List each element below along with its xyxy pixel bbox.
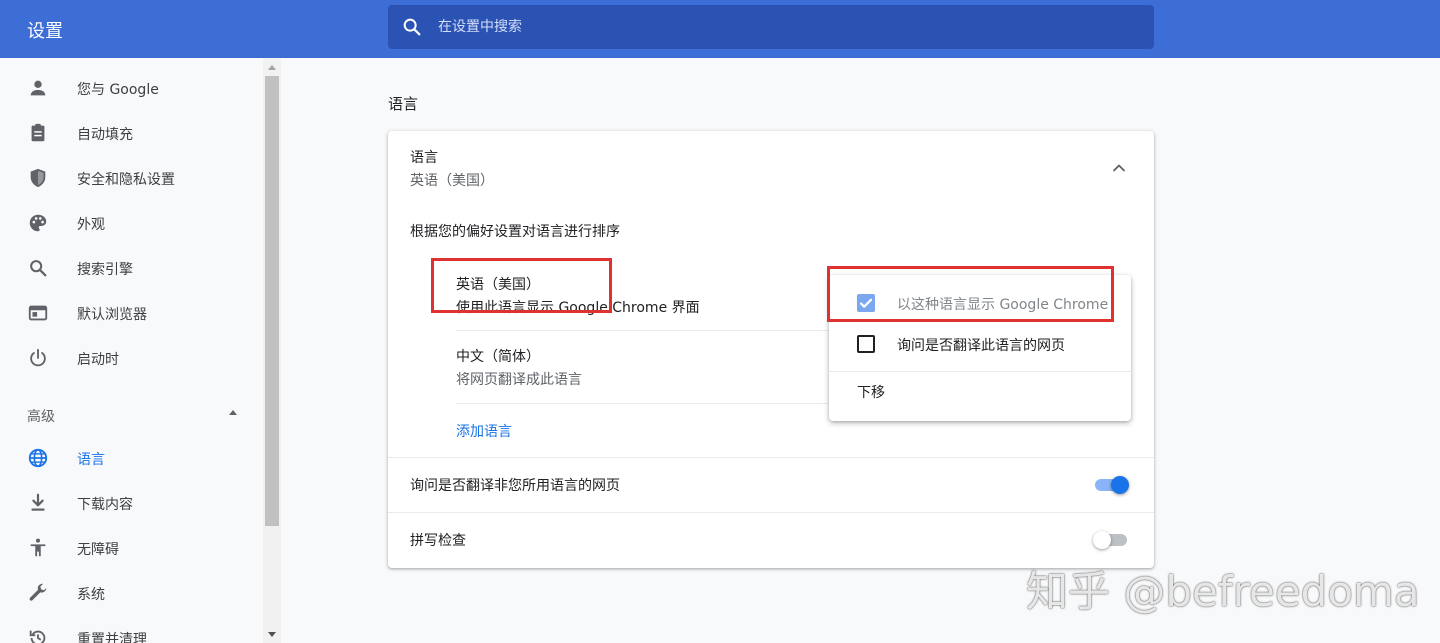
section-title: 语言 [388,95,419,113]
watermark: 知乎 @befreedoma [1026,567,1420,616]
sidebar-item-label: 搜索引擎 [77,262,133,278]
add-language-link[interactable]: 添加语言 [456,421,512,441]
translate-prompt-row[interactable]: 询问是否翻译非您所用语言的网页 [388,458,1154,512]
sidebar-item-label: 您与 Google [77,82,159,98]
annotation-highlight-box [827,266,1114,322]
person-icon [30,80,46,96]
sidebar-item-label: 默认浏览器 [77,307,147,323]
translate-prompt-toggle[interactable] [1093,475,1129,495]
sidebar-item-accessibility[interactable]: 无障碍 [0,527,263,572]
menu-item-offer-translate[interactable]: 询问是否翻译此语言的网页 [829,324,1131,364]
history-icon [29,630,46,643]
app-title: 设置 [27,21,63,42]
wrench-icon [29,583,47,601]
collapse-arrow-icon[interactable] [229,410,237,415]
sidebar-item-label: 启动时 [77,352,119,368]
browser-icon [28,305,48,321]
search-bar[interactable] [388,5,1154,49]
sidebar-scrollbar[interactable] [263,58,281,643]
sidebar-item-label: 安全和隐私设置 [77,172,175,188]
card-title: 语言 [410,150,438,166]
search-icon [403,18,421,36]
advanced-section-toggle[interactable]: 高级 [27,406,55,426]
scroll-up-arrow-icon[interactable] [268,65,276,70]
globe-icon [28,448,48,468]
toggle-knob [1093,531,1111,549]
scroll-down-arrow-icon[interactable] [268,632,276,637]
menu-divider [829,371,1131,372]
sidebar-item-label: 无障碍 [77,542,119,558]
sidebar-item-you-and-google[interactable]: 您与 Google [0,67,263,112]
sidebar-item-label: 重置并清理 [77,632,147,643]
sidebar-item-system[interactable]: 系统 [0,572,263,617]
order-hint: 根据您的偏好设置对语言进行排序 [410,224,620,240]
sidebar-item-autofill[interactable]: 自动填充 [0,112,263,157]
sidebar-item-appearance[interactable]: 外观 [0,202,263,247]
search-icon [30,260,47,277]
sidebar-item-privacy[interactable]: 安全和隐私设置 [0,157,263,202]
spellcheck-label: 拼写检查 [410,533,466,549]
toggle-knob [1111,476,1129,494]
sidebar-item-label: 语言 [77,452,105,468]
clipboard-icon [31,123,45,142]
spellcheck-toggle[interactable] [1093,530,1129,550]
sidebar-item-on-startup[interactable]: 启动时 [0,337,263,382]
chevron-up-icon[interactable] [1109,158,1129,178]
accessibility-icon [30,538,46,557]
sidebar-item-languages[interactable]: 语言 [0,437,263,482]
sidebar-item-search-engine[interactable]: 搜索引擎 [0,247,263,292]
power-icon [30,348,46,367]
sidebar-item-default-browser[interactable]: 默认浏览器 [0,292,263,337]
sidebar-item-label: 系统 [77,587,105,603]
sidebar-item-label: 自动填充 [77,127,133,143]
scroll-thumb[interactable] [265,76,279,526]
search-input[interactable] [438,5,1128,49]
menu-item-move-down[interactable]: 下移 [857,382,885,402]
sidebar: 您与 Google 自动填充 安全和隐私设置 外观 搜索引擎 默认浏览器 启动时… [0,58,263,643]
top-header: 设置 [0,0,1440,58]
menu-item-label: 询问是否翻译此语言的网页 [897,338,1065,354]
language-name: 中文（简体） [456,349,540,365]
shield-icon [30,168,46,188]
sidebar-item-downloads[interactable]: 下载内容 [0,482,263,527]
checkbox-unchecked[interactable] [857,335,875,353]
sidebar-item-reset[interactable]: 重置并清理 [0,617,263,643]
sidebar-item-label: 下载内容 [77,497,133,513]
language-desc: 将网页翻译成此语言 [456,372,582,388]
sidebar-item-label: 外观 [77,217,105,233]
palette-icon [29,214,47,232]
translate-prompt-label: 询问是否翻译非您所用语言的网页 [410,478,620,494]
download-icon [31,493,45,511]
annotation-highlight-box [431,258,612,313]
card-subtitle: 英语（美国） [410,173,494,189]
